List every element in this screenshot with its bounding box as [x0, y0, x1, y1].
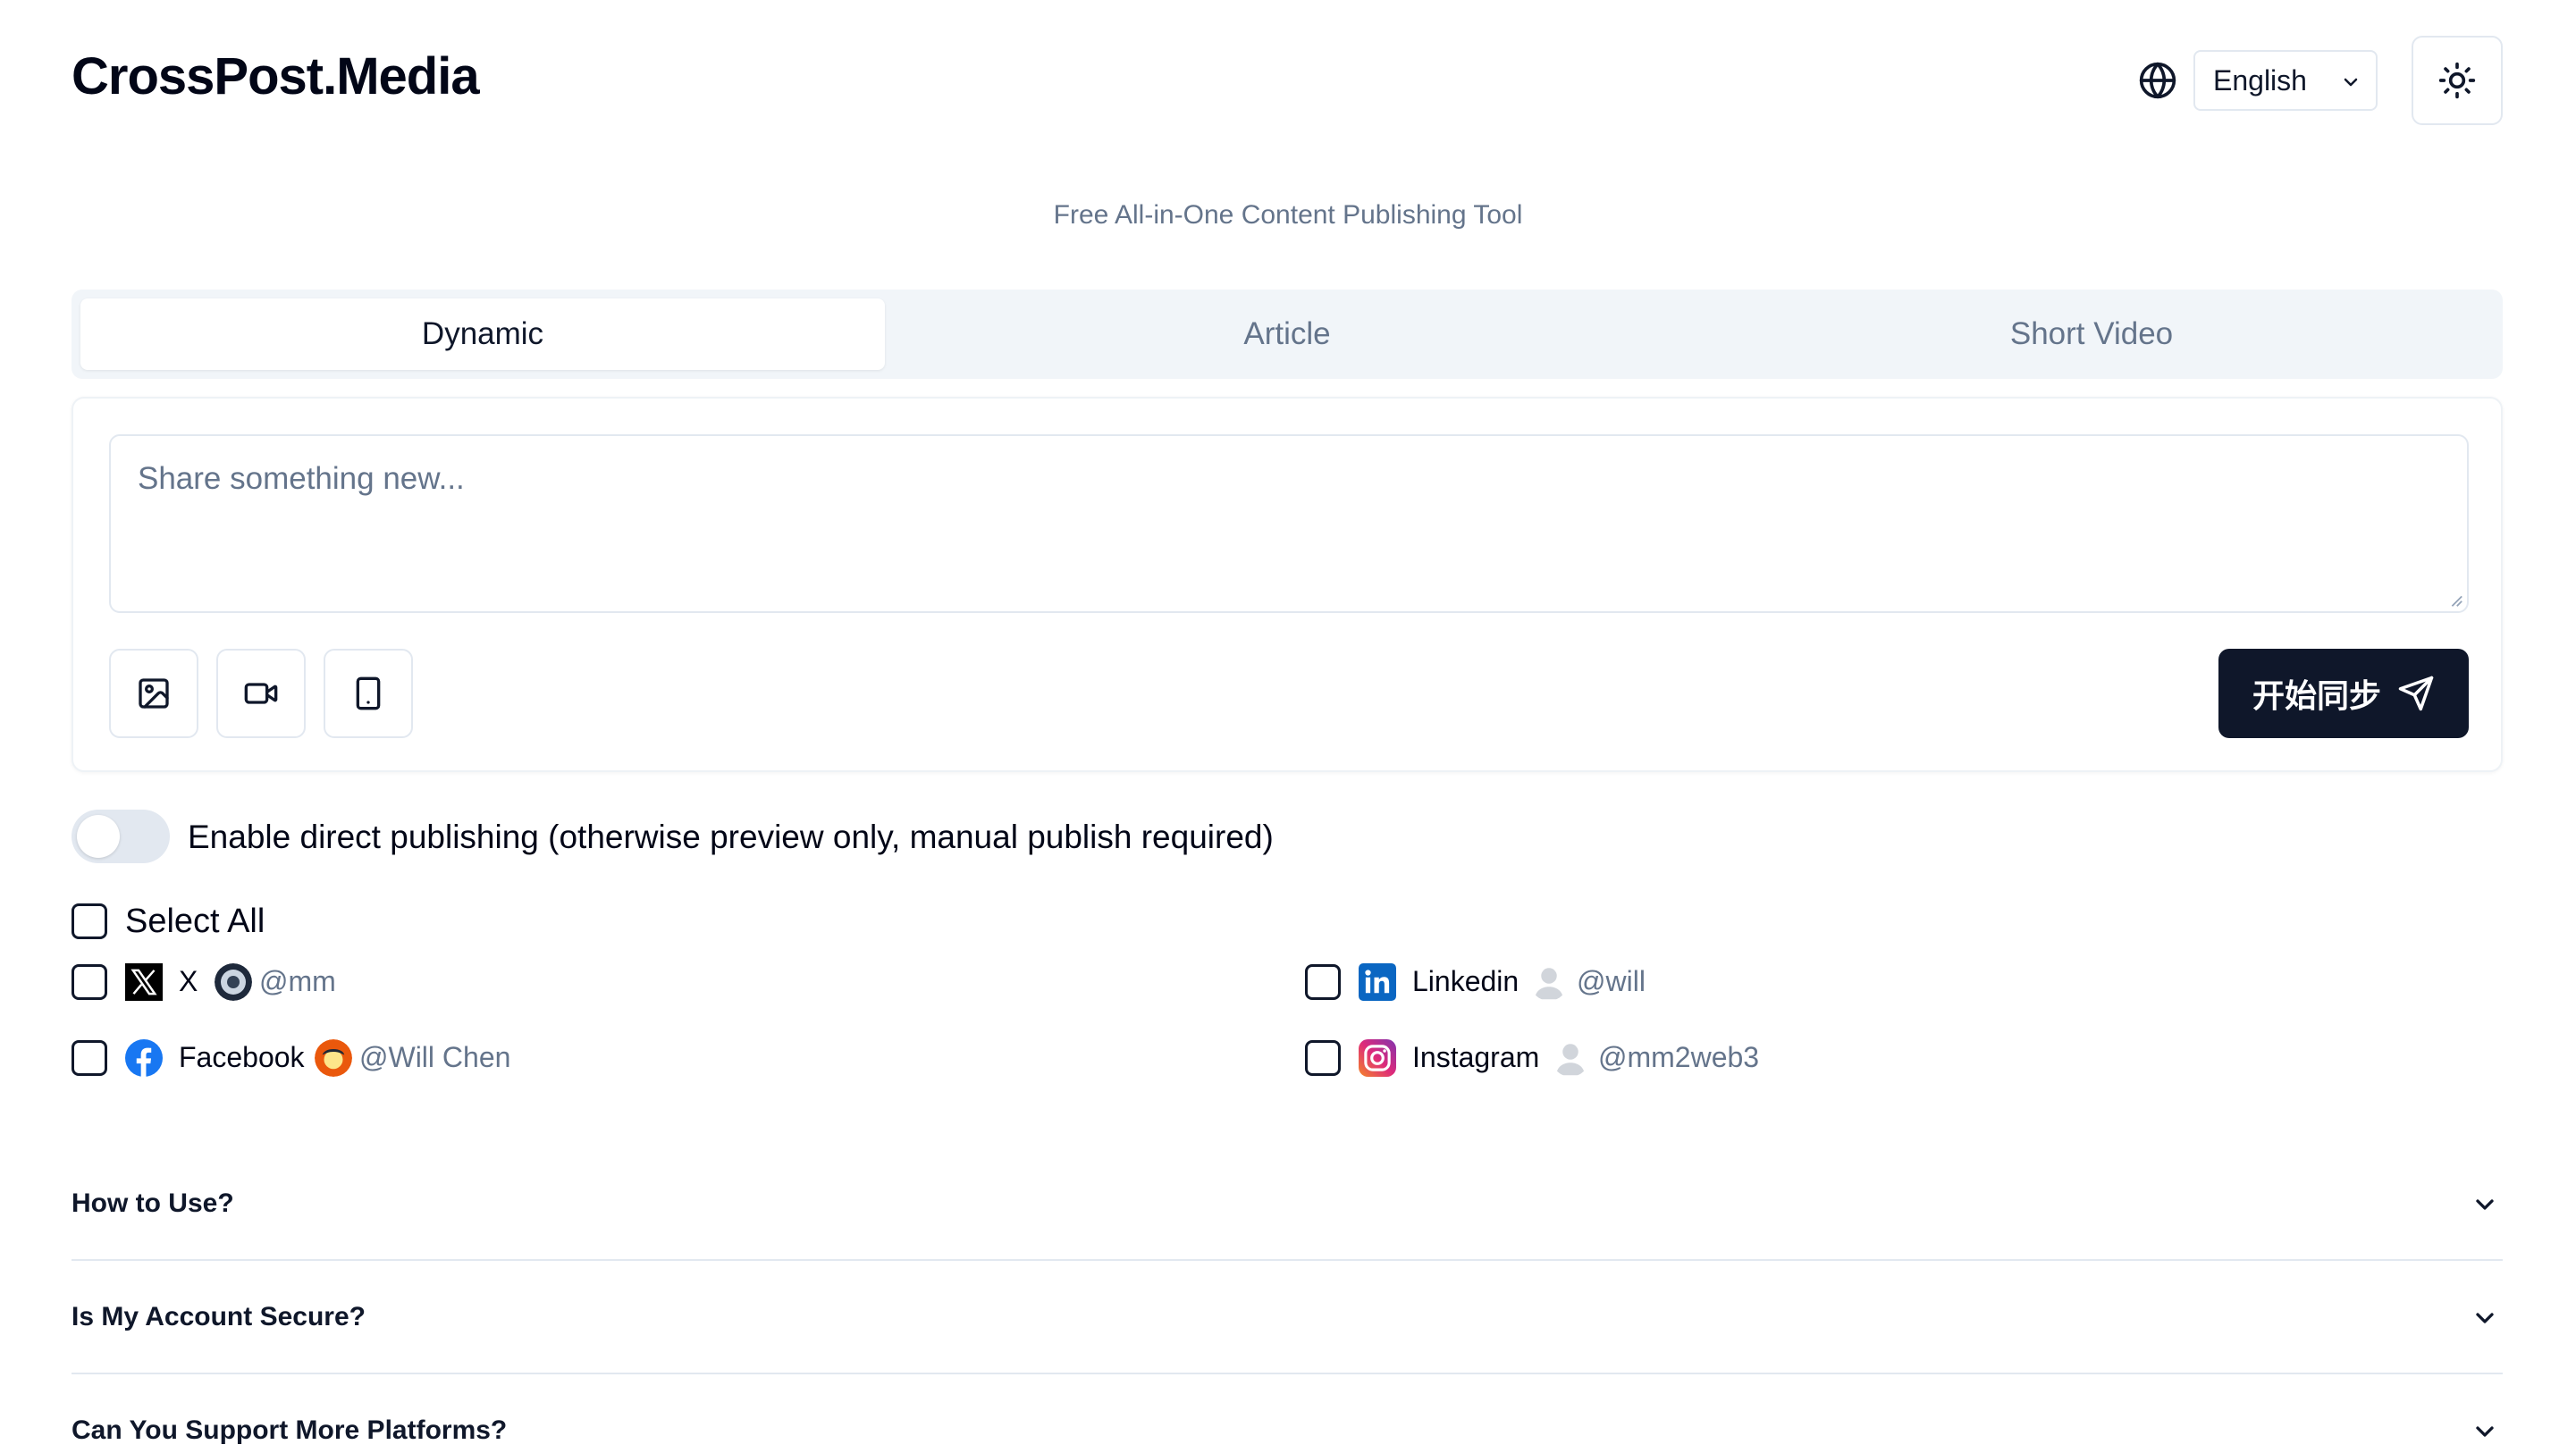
page-subtitle: Free All-in-One Content Publishing Tool	[1053, 200, 1523, 230]
faq-item[interactable]: Can You Support More Platforms?	[72, 1374, 2503, 1453]
start-sync-button[interactable]: 开始同步	[2218, 649, 2469, 738]
platform-handle-linkedin: @will	[1577, 965, 1646, 997]
platform-handle-instagram: @mm2web3	[1598, 1041, 1760, 1073]
avatar-icon	[215, 963, 252, 1001]
language-select[interactable]: English	[2193, 50, 2378, 111]
default-avatar-icon	[1556, 1044, 1585, 1076]
platform-name-linkedin: Linkedin	[1412, 965, 1520, 997]
post-textarea-placeholder: Share something new...	[138, 461, 465, 496]
chevron-down-icon	[2344, 78, 2358, 87]
add-image-button[interactable]	[109, 649, 198, 738]
tab-dynamic[interactable]: Dynamic	[80, 298, 885, 370]
page: CrossPost.Media English Free All-in-One …	[0, 0, 2576, 1453]
content-type-tabs: Dynamic Article Short Video	[72, 290, 2503, 379]
image-icon	[139, 678, 169, 709]
language-select-value: English	[2213, 63, 2307, 97]
faq-question: Is My Account Secure?	[72, 1302, 366, 1331]
faq-question: Can You Support More Platforms?	[72, 1415, 508, 1445]
faq-item[interactable]: How to Use?	[72, 1147, 2503, 1261]
instagram-icon	[1359, 1039, 1396, 1077]
resize-handle-icon[interactable]	[2447, 592, 2463, 608]
select-all-checkbox[interactable]	[72, 903, 107, 939]
direct-publish-toggle[interactable]	[72, 810, 170, 863]
x-logo-icon	[125, 963, 163, 1001]
platform-checkbox-facebook[interactable]	[72, 1040, 107, 1076]
default-avatar-icon	[1535, 968, 1563, 1000]
avatar-icon	[315, 1039, 352, 1077]
sun-icon	[2438, 62, 2476, 99]
faq-item[interactable]: Is My Account Secure?	[72, 1261, 2503, 1374]
chevron-down-icon	[2476, 1426, 2494, 1437]
platform-handle-facebook: @Will Chen	[359, 1041, 511, 1073]
platform-name-x: X	[179, 965, 198, 997]
globe-icon	[2139, 62, 2176, 99]
direct-publish-label: Enable direct publishing (otherwise prev…	[188, 819, 1274, 855]
platform-name-instagram: Instagram	[1412, 1041, 1540, 1073]
video-icon	[244, 683, 278, 704]
platform-name-facebook: Facebook	[179, 1041, 305, 1073]
start-sync-label: 开始同步	[2252, 677, 2381, 714]
platform-checkbox-instagram[interactable]	[1305, 1040, 1341, 1076]
toggle-knob	[77, 815, 120, 858]
select-all-label: Select All	[125, 903, 265, 940]
tab-article[interactable]: Article	[885, 298, 1689, 370]
facebook-icon	[125, 1039, 163, 1077]
chevron-down-icon	[2476, 1199, 2494, 1210]
chevron-down-icon	[2476, 1313, 2494, 1323]
linkedin-icon	[1359, 963, 1396, 1001]
post-textarea[interactable]: Share something new...	[109, 434, 2469, 613]
tab-short-video[interactable]: Short Video	[1689, 298, 2494, 370]
mobile-preview-button[interactable]	[324, 649, 413, 738]
platform-checkbox-linkedin[interactable]	[1305, 964, 1341, 1000]
platform-handle-x: @mm	[259, 965, 336, 997]
add-video-button[interactable]	[216, 649, 306, 738]
send-icon	[2398, 676, 2434, 711]
phone-icon	[356, 676, 381, 710]
faq-question: How to Use?	[72, 1188, 234, 1218]
platform-checkbox-x[interactable]	[72, 964, 107, 1000]
theme-toggle-button[interactable]	[2412, 36, 2503, 125]
composer-card: Share something new... 开始同步	[72, 397, 2503, 772]
site-logo[interactable]: CrossPost.Media	[72, 46, 480, 106]
